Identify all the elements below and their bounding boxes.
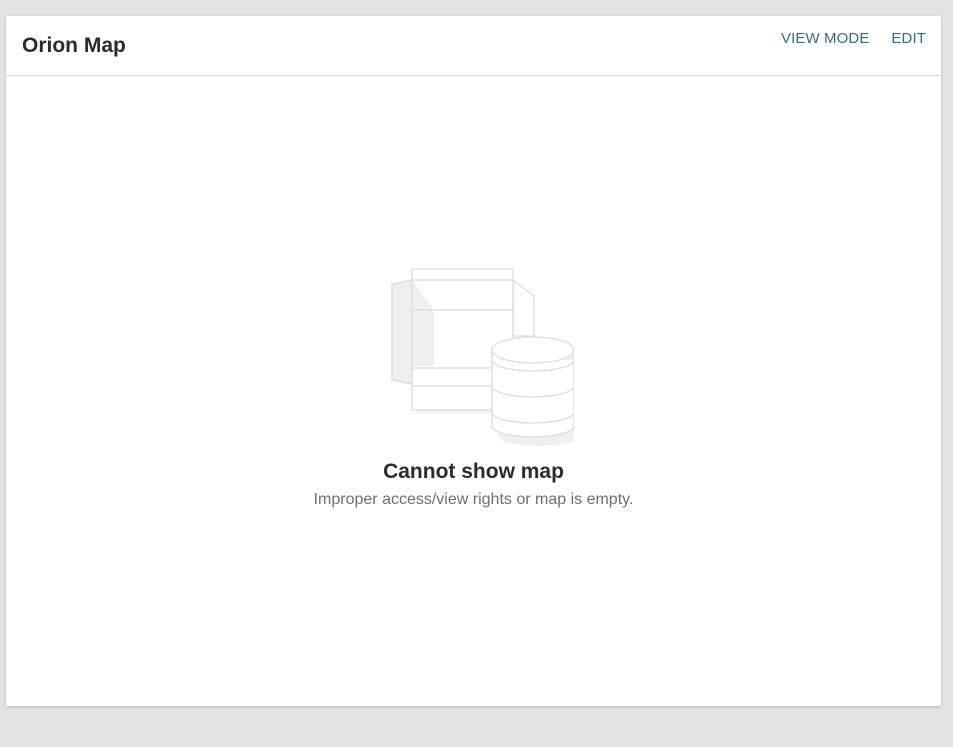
edit-button[interactable]: EDIT xyxy=(891,30,926,48)
empty-state-message: Improper access/view rights or map is em… xyxy=(313,491,634,508)
empty-state: Cannot show map Improper access/view rig… xyxy=(6,266,941,510)
empty-box-database-icon xyxy=(390,268,574,446)
panel-title: Orion Map xyxy=(22,34,126,57)
view-mode-button[interactable]: VIEW MODE xyxy=(781,30,869,48)
empty-state-title: Cannot show map xyxy=(383,460,564,483)
panel-header: Orion Map VIEW MODE EDIT xyxy=(6,16,941,76)
header-actions: VIEW MODE EDIT xyxy=(781,30,926,48)
map-panel: Orion Map VIEW MODE EDIT Cannot show map… xyxy=(6,16,941,706)
